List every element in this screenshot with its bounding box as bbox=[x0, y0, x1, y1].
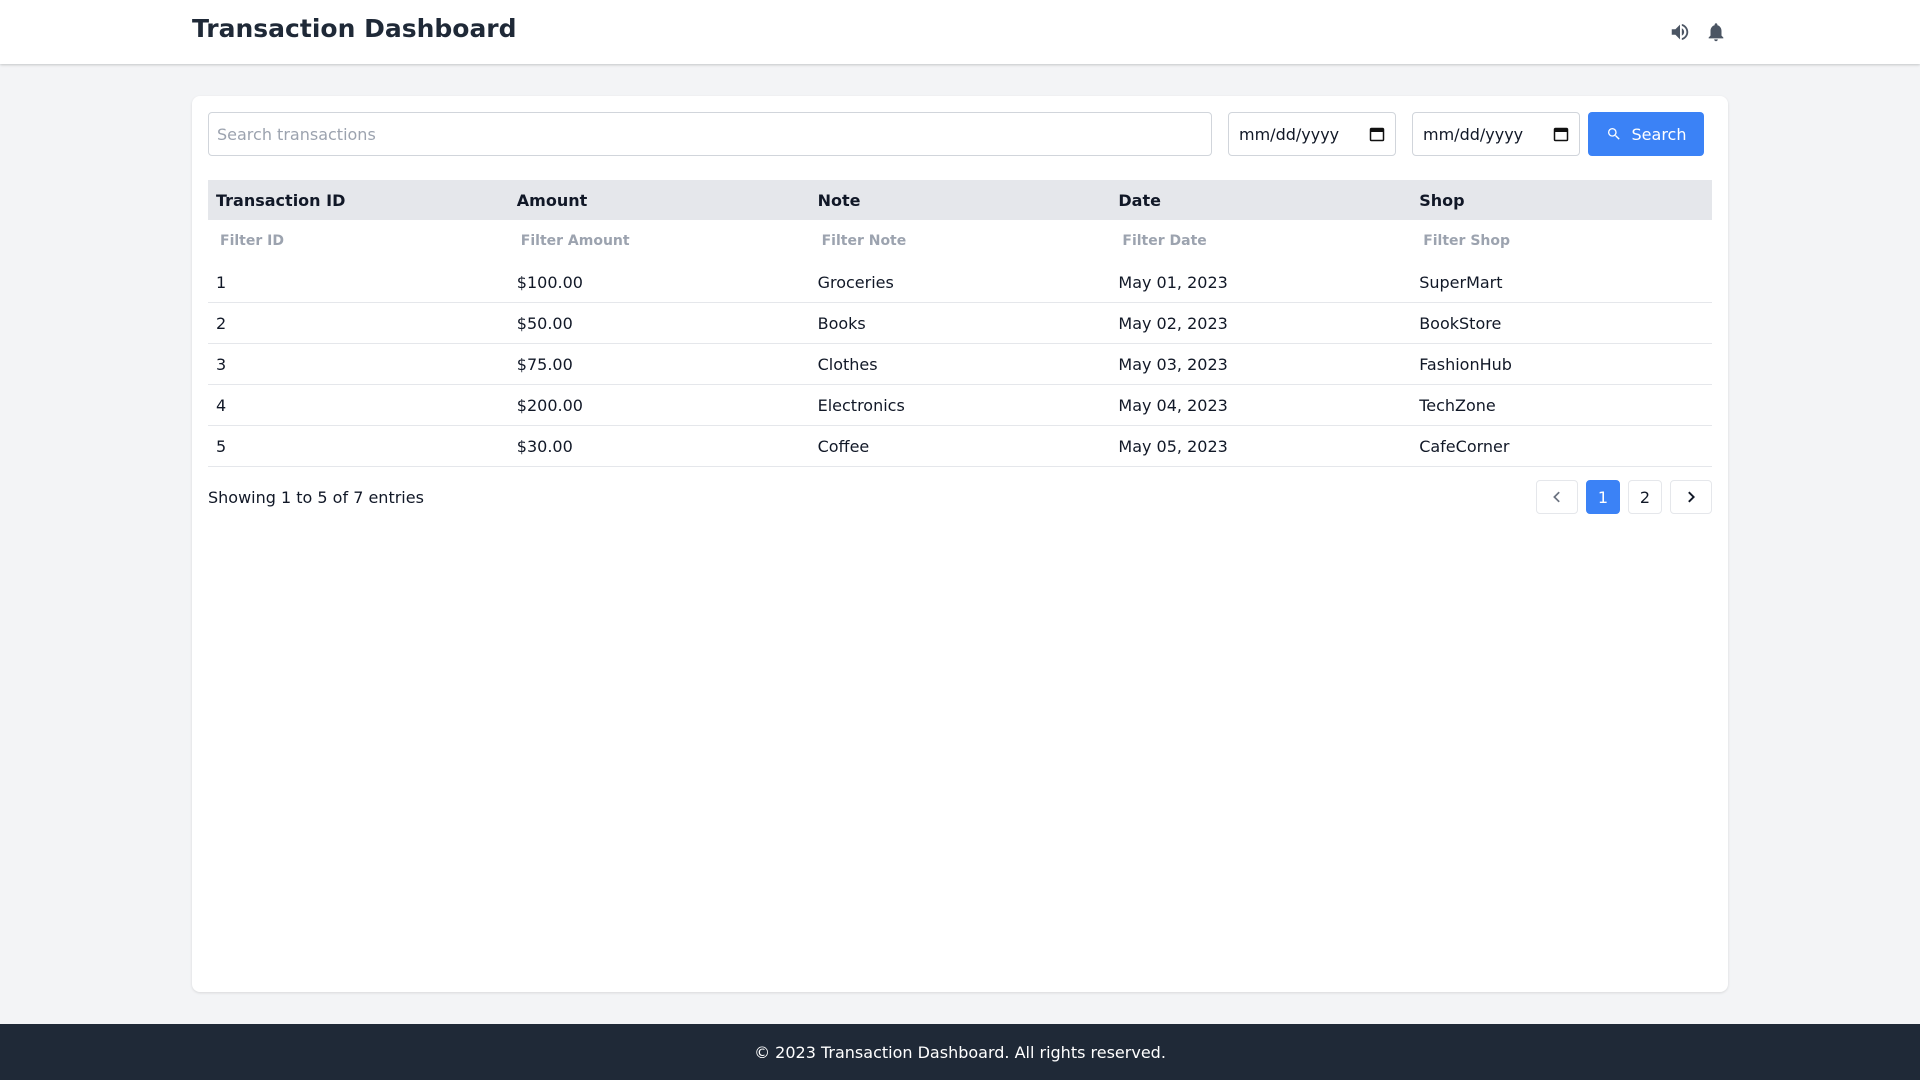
filter-id-input[interactable] bbox=[212, 227, 502, 255]
table-row[interactable]: 4 $200.00 Electronics May 04, 2023 TechZ… bbox=[208, 385, 1712, 426]
cell-note: Electronics bbox=[817, 395, 905, 415]
column-header-note[interactable]: Note bbox=[810, 180, 1111, 220]
cell-amount: $50.00 bbox=[516, 313, 573, 333]
search-input[interactable] bbox=[208, 112, 1212, 156]
table-row[interactable]: 2 $50.00 Books May 02, 2023 BookStore bbox=[208, 303, 1712, 344]
cell-shop: SuperMart bbox=[1419, 272, 1503, 292]
cell-shop: TechZone bbox=[1419, 395, 1496, 415]
chevron-right-icon bbox=[1688, 491, 1695, 503]
cell-shop: BookStore bbox=[1419, 313, 1502, 333]
cell-date: May 04, 2023 bbox=[1118, 395, 1228, 415]
search-bar: mm/dd/yyyy mm/dd/yyyy Search bbox=[208, 112, 1712, 156]
next-page-button[interactable] bbox=[1670, 480, 1712, 514]
app-title: Transaction Dashboard bbox=[192, 14, 517, 43]
page-footer: © 2023 Transaction Dashboard. All rights… bbox=[0, 1024, 1920, 1080]
date-from-field[interactable]: mm/dd/yyyy bbox=[1228, 112, 1396, 156]
cell-id: 5 bbox=[216, 436, 227, 456]
cell-shop: CafeCorner bbox=[1419, 436, 1510, 456]
calendar-icon[interactable] bbox=[1369, 126, 1385, 142]
cell-note: Clothes bbox=[817, 354, 878, 374]
cell-date: May 03, 2023 bbox=[1118, 354, 1228, 374]
cell-id: 2 bbox=[216, 313, 227, 333]
transactions-card: mm/dd/yyyy mm/dd/yyyy Search Transaction… bbox=[192, 96, 1728, 992]
table-footer: Showing 1 to 5 of 7 entries 1 2 bbox=[208, 480, 1712, 516]
filter-shop-input[interactable] bbox=[1415, 227, 1706, 255]
cell-shop: FashionHub bbox=[1419, 354, 1512, 374]
filter-note-input[interactable] bbox=[813, 227, 1104, 255]
column-header-shop[interactable]: Shop bbox=[1411, 180, 1712, 220]
filter-row bbox=[208, 220, 1712, 262]
table-row[interactable]: 5 $30.00 Coffee May 05, 2023 CafeCorner bbox=[208, 426, 1712, 467]
column-header-amount[interactable]: Amount bbox=[509, 180, 810, 220]
search-icon bbox=[1607, 128, 1620, 140]
calendar-icon[interactable] bbox=[1553, 126, 1569, 142]
cell-id: 4 bbox=[216, 395, 227, 415]
cell-note: Coffee bbox=[817, 436, 870, 456]
date-to-value: mm/dd/yyyy bbox=[1423, 124, 1524, 144]
header-icons bbox=[1668, 18, 1728, 46]
cell-amount: $75.00 bbox=[516, 354, 573, 374]
cell-amount: $200.00 bbox=[516, 395, 583, 415]
search-button-label: Search bbox=[1631, 124, 1687, 144]
top-header: Transaction Dashboard bbox=[0, 0, 1920, 64]
cell-note: Groceries bbox=[817, 272, 894, 292]
copyright-text: © 2023 Transaction Dashboard. All rights… bbox=[754, 1042, 1166, 1062]
cell-note: Books bbox=[817, 313, 866, 333]
cell-date: May 05, 2023 bbox=[1118, 436, 1228, 456]
bell-icon[interactable] bbox=[1704, 20, 1728, 44]
date-from-value: mm/dd/yyyy bbox=[1239, 124, 1340, 144]
cell-id: 1 bbox=[216, 272, 227, 292]
table-row[interactable]: 1 $100.00 Groceries May 01, 2023 SuperMa… bbox=[208, 262, 1712, 303]
search-button[interactable]: Search bbox=[1588, 112, 1704, 156]
pagination: 1 2 bbox=[1536, 480, 1712, 514]
column-header-id[interactable]: Transaction ID bbox=[208, 180, 509, 220]
cell-id: 3 bbox=[216, 354, 227, 374]
speaker-icon[interactable] bbox=[1668, 20, 1692, 44]
page-button-2[interactable]: 2 bbox=[1628, 480, 1662, 514]
filter-amount-input[interactable] bbox=[512, 227, 803, 255]
page-button-1[interactable]: 1 bbox=[1586, 480, 1620, 514]
chevron-left-icon bbox=[1553, 491, 1560, 503]
transactions-table: Transaction ID Amount Note Date Shop 1 $… bbox=[208, 180, 1712, 467]
cell-amount: $30.00 bbox=[516, 436, 573, 456]
cell-date: May 01, 2023 bbox=[1118, 272, 1228, 292]
date-to-field[interactable]: mm/dd/yyyy bbox=[1412, 112, 1580, 156]
cell-date: May 02, 2023 bbox=[1118, 313, 1228, 333]
entries-info: Showing 1 to 5 of 7 entries bbox=[208, 488, 424, 507]
column-header-date[interactable]: Date bbox=[1110, 180, 1411, 220]
cell-amount: $100.00 bbox=[516, 272, 583, 292]
filter-date-input[interactable] bbox=[1114, 227, 1405, 255]
table-row[interactable]: 3 $75.00 Clothes May 03, 2023 FashionHub bbox=[208, 344, 1712, 385]
prev-page-button[interactable] bbox=[1536, 480, 1578, 514]
table-header: Transaction ID Amount Note Date Shop bbox=[208, 180, 1712, 220]
